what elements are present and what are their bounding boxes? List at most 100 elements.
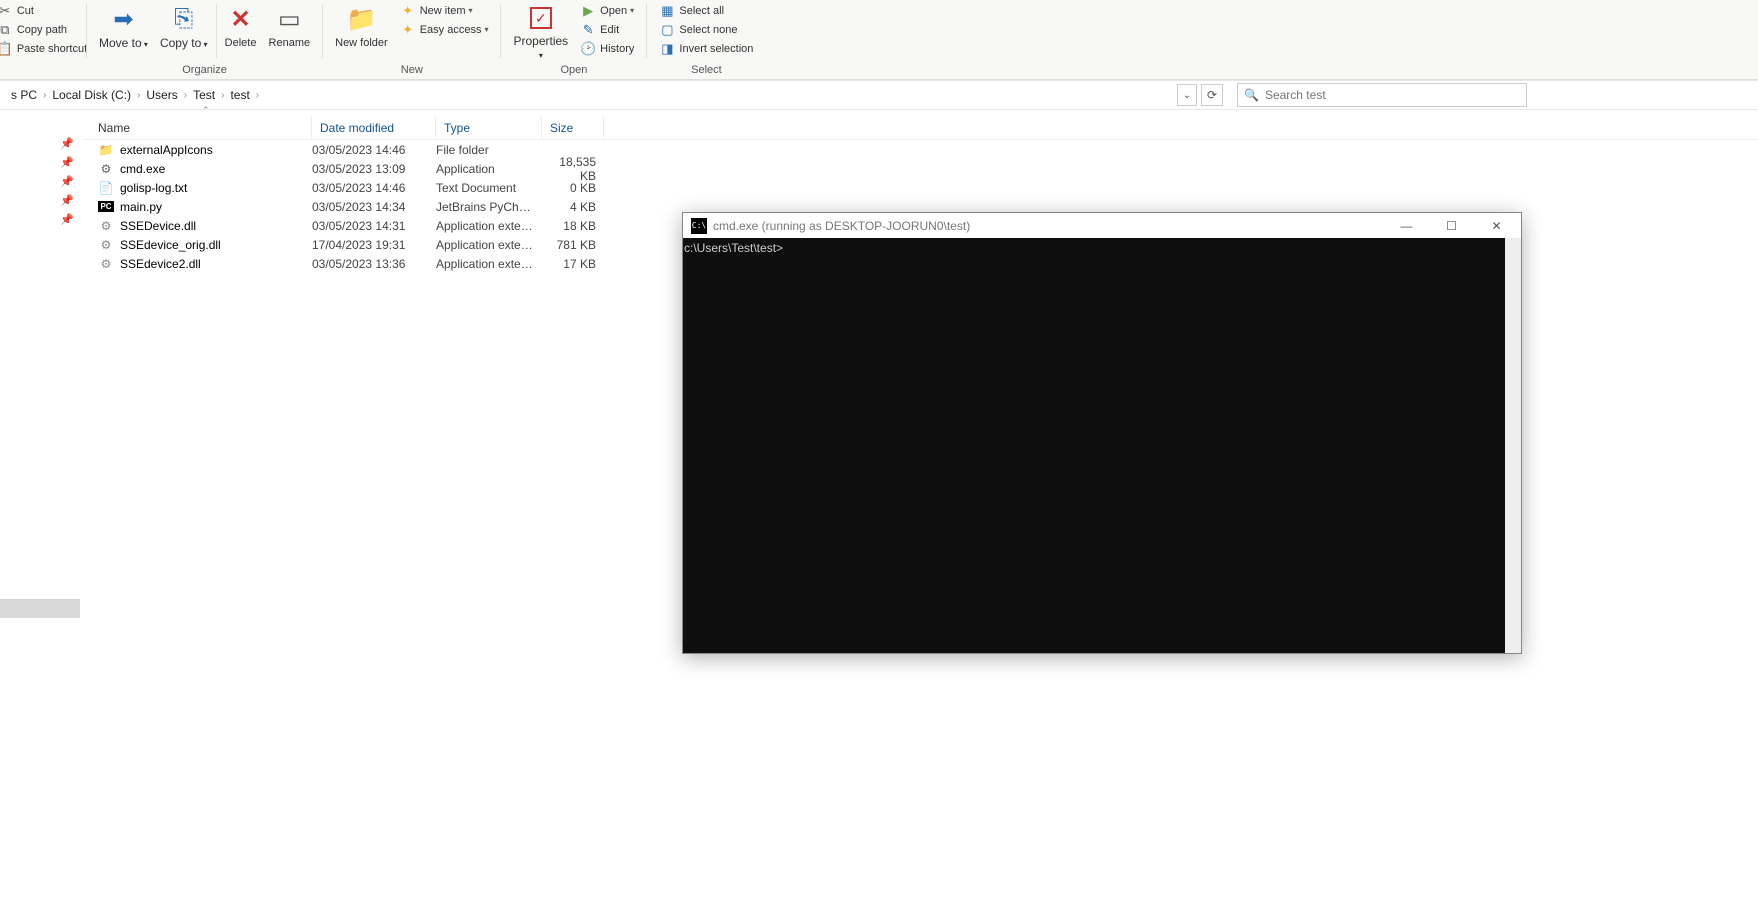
file-row[interactable]: 📄golisp-log.txt03/05/2023 14:46Text Docu… xyxy=(84,178,1758,197)
column-header-name[interactable]: Name xyxy=(84,116,312,139)
copy-path-button[interactable]: ⧉ Copy path xyxy=(0,20,89,39)
history-button[interactable]: 🕑 History xyxy=(578,39,636,58)
file-type: Text Document xyxy=(436,181,542,195)
new-item-icon: ✦ xyxy=(400,3,416,19)
separator xyxy=(322,4,323,58)
breadcrumb-segment[interactable]: s PC xyxy=(8,88,40,102)
file-date: 03/05/2023 13:09 xyxy=(312,162,436,176)
column-header-size[interactable]: Size xyxy=(542,116,604,139)
delete-button[interactable]: ✕ Delete xyxy=(219,0,263,62)
breadcrumb-segment[interactable]: Users xyxy=(143,88,180,102)
select-all-button[interactable]: ▦Select all xyxy=(657,1,755,20)
copy-path-icon: ⧉ xyxy=(0,22,13,38)
easy-access-label: Easy access xyxy=(420,24,482,36)
select-group-label: Select xyxy=(691,62,722,79)
breadcrumb-segment[interactable]: Test xyxy=(190,88,218,102)
open-icon: ▶ xyxy=(580,3,596,19)
close-icon: ✕ xyxy=(1491,219,1501,233)
cmd-scrollbar[interactable] xyxy=(1505,238,1521,653)
new-folder-label: New folder xyxy=(335,37,388,49)
ribbon-group-select: ▦Select all ▢Select none ◨ Invert selecti… xyxy=(649,0,763,79)
pin-icon: 📌 xyxy=(0,153,84,172)
nav-selected-item[interactable] xyxy=(0,599,80,618)
search-input[interactable] xyxy=(1265,88,1520,102)
new-folder-button[interactable]: 📁 New folder xyxy=(329,0,394,62)
cmd-icon: C:\ xyxy=(691,218,707,234)
file-size: 17 KB xyxy=(542,257,604,271)
paste-shortcut-label: Paste shortcut xyxy=(17,43,87,55)
paste-shortcut-button[interactable]: 📋 Paste shortcut xyxy=(0,39,89,58)
cut-button[interactable]: ✂Cut xyxy=(0,1,89,20)
file-type: JetBrains PyChar... xyxy=(436,200,542,214)
rename-button[interactable]: ▭ Rename xyxy=(263,0,317,62)
file-size: 4 KB xyxy=(542,200,604,214)
paste-shortcut-icon: 📋 xyxy=(0,41,13,57)
open-label: Open xyxy=(600,5,627,17)
move-to-button[interactable]: ➡ Move to ▾ xyxy=(93,0,154,62)
separator xyxy=(646,4,647,58)
file-type: Application exten... xyxy=(436,219,542,233)
refresh-button[interactable]: ⟳ xyxy=(1201,84,1223,106)
new-group-label: New xyxy=(401,62,423,79)
pin-icon: 📌 xyxy=(0,172,84,191)
address-dropdown[interactable]: ⌄ xyxy=(1177,84,1197,106)
file-name: main.py xyxy=(120,200,162,214)
file-date: 17/04/2023 19:31 xyxy=(312,238,436,252)
separator xyxy=(86,4,87,58)
invert-selection-label: Invert selection xyxy=(679,43,753,55)
cmd-window[interactable]: C:\ cmd.exe (running as DESKTOP-JOORUN0\… xyxy=(682,212,1522,654)
chevron-right-icon: › xyxy=(253,90,262,101)
edit-icon: ✎ xyxy=(580,22,596,38)
invert-selection-icon: ◨ xyxy=(659,41,675,57)
edit-label: Edit xyxy=(600,24,619,36)
address-bar: s PC› Local Disk (C:)› Users› Test› test… xyxy=(0,80,1758,110)
ribbon-group-open: ✓ Properties▾ ▶Open▾ ✎Edit 🕑History Open xyxy=(503,0,644,79)
file-name: SSEdevice2.dll xyxy=(120,257,201,271)
minimize-button[interactable]: — xyxy=(1384,213,1429,238)
navigation-pane[interactable]: 📌 📌 📌 📌 📌 xyxy=(0,110,84,906)
file-name: cmd.exe xyxy=(120,162,165,176)
breadcrumb-segment[interactable]: Local Disk (C:) xyxy=(49,88,134,102)
file-date: 03/05/2023 13:36 xyxy=(312,257,436,271)
open-button[interactable]: ▶Open▾ xyxy=(578,1,636,20)
pycharm-icon: PC xyxy=(98,199,114,215)
properties-button[interactable]: ✓ Properties▾ xyxy=(507,0,574,62)
copy-to-icon: ⎘ xyxy=(168,3,200,35)
copy-path-label: Copy path xyxy=(17,24,67,36)
file-name: externalAppIcons xyxy=(120,143,213,157)
cut-label: Cut xyxy=(17,5,34,17)
file-row[interactable]: 📁externalAppIcons03/05/2023 14:46File fo… xyxy=(84,140,1758,159)
easy-access-button[interactable]: ✦ Easy access▾ xyxy=(398,20,491,39)
move-to-icon: ➡ xyxy=(107,3,139,35)
ribbon-group-organize: ➡ Move to ▾ ⎘ Copy to ▾ ✕ Delete ▭ Renam… xyxy=(89,0,320,79)
new-item-button[interactable]: ✦New item▾ xyxy=(398,1,491,20)
file-row[interactable]: ⚙cmd.exe03/05/2023 13:09Application18,53… xyxy=(84,159,1758,178)
easy-access-icon: ✦ xyxy=(400,22,416,38)
edit-button[interactable]: ✎ Edit xyxy=(578,20,636,39)
ribbon: ✂Cut ⧉ Copy path 📋 Paste shortcut ➡ Move t… xyxy=(0,0,1758,80)
invert-selection-button[interactable]: ◨ Invert selection xyxy=(657,39,755,58)
scanlines xyxy=(683,238,1521,653)
copy-to-button[interactable]: ⎘ Copy to ▾ xyxy=(154,0,214,62)
file-size: 781 KB xyxy=(542,238,604,252)
chevron-down-icon: ▾ xyxy=(484,25,488,34)
file-name: SSEDevice.dll xyxy=(120,219,196,233)
history-label: History xyxy=(600,43,634,55)
cmd-titlebar[interactable]: C:\ cmd.exe (running as DESKTOP-JOORUN0\… xyxy=(683,213,1521,238)
file-size: 18 KB xyxy=(542,219,604,233)
delete-label: Delete xyxy=(225,37,257,49)
breadcrumb[interactable]: s PC› Local Disk (C:)› Users› Test› test… xyxy=(3,83,1178,107)
history-icon: 🕑 xyxy=(580,41,596,57)
close-button[interactable]: ✕ xyxy=(1474,213,1519,238)
maximize-button[interactable]: ☐ xyxy=(1429,213,1474,238)
cmd-terminal[interactable]: c:\Users\Test\test> xyxy=(683,238,1521,653)
select-none-button[interactable]: ▢Select none xyxy=(657,20,755,39)
column-header-type[interactable]: Type xyxy=(436,116,542,139)
text-file-icon: 📄 xyxy=(98,180,114,196)
cmd-prompt: c:\Users\Test\test> xyxy=(684,241,783,255)
breadcrumb-segment[interactable]: test xyxy=(227,88,252,102)
search-box[interactable]: 🔍 xyxy=(1237,83,1527,107)
separator xyxy=(500,4,501,58)
file-name: golisp-log.txt xyxy=(120,181,187,195)
column-header-date[interactable]: Date modified xyxy=(312,116,436,139)
